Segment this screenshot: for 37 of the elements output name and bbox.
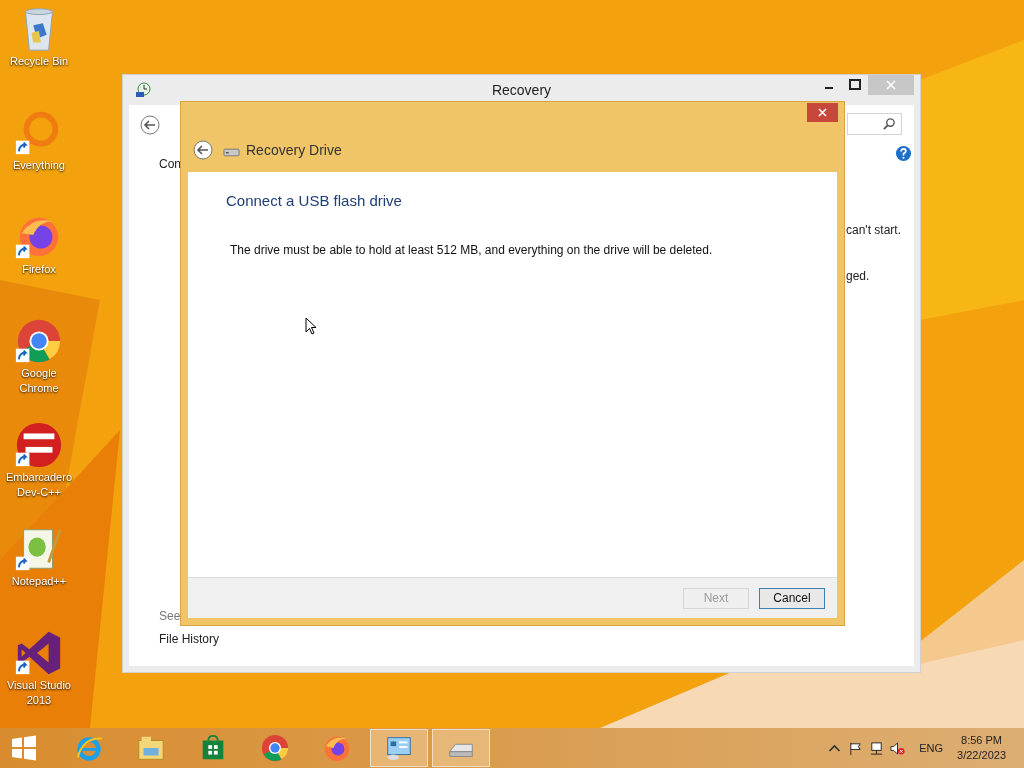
desktop-icon-label[interactable]: Embarcadero Dev-C++ [1, 470, 77, 500]
back-icon[interactable] [193, 140, 213, 160]
mouse-cursor-icon [305, 317, 317, 335]
desktop-icon-label[interactable]: Notepad++ [1, 574, 77, 589]
chrome-icon [260, 733, 290, 763]
search-field[interactable] [847, 113, 902, 135]
dialog-heading: Connect a USB flash drive [226, 192, 403, 209]
desktop-icon-label[interactable]: Google Chrome [1, 366, 77, 396]
network-icon[interactable] [869, 740, 885, 756]
dialog-message: The drive must be able to hold at least 512 MB, and everything on the drive will be deleted. [230, 243, 714, 257]
file-history-link[interactable]: File History [159, 632, 219, 646]
dialog-title: Recovery Drive [246, 142, 342, 158]
close-button[interactable] [807, 103, 838, 122]
devcpp-icon[interactable] [14, 420, 64, 470]
volume-muted-icon[interactable] [890, 740, 906, 756]
clock-date[interactable]: 3/22/2023 [957, 748, 1006, 763]
desktop-icon-label[interactable]: Visual Studio 2013 [1, 678, 77, 708]
clock-time[interactable]: 8:56 PM [961, 733, 1002, 748]
cancel-button[interactable]: Cancel [759, 587, 825, 609]
partial-text: ged. [846, 269, 870, 283]
desktop-icon-label[interactable]: Recycle Bin [1, 54, 77, 69]
start-button[interactable] [10, 734, 38, 762]
help-icon[interactable] [895, 145, 912, 162]
drive-taskbar-button[interactable] [432, 729, 490, 767]
partial-text: See [159, 609, 181, 623]
recovery-icon [135, 82, 151, 98]
partial-text: Con [159, 157, 181, 171]
desktop-icon-label[interactable]: Firefox [1, 262, 77, 277]
language-indicator[interactable]: ENG [919, 742, 944, 754]
control-taskbar-button[interactable] [370, 729, 428, 767]
search-icon [883, 117, 896, 130]
back-icon[interactable] [140, 115, 160, 135]
partial-text: can't start. [846, 223, 901, 237]
flag-icon[interactable] [848, 740, 864, 756]
window-title: Recovery [491, 82, 552, 98]
drive-icon [223, 146, 240, 157]
desktop-icon-label[interactable]: Everything [1, 158, 77, 173]
